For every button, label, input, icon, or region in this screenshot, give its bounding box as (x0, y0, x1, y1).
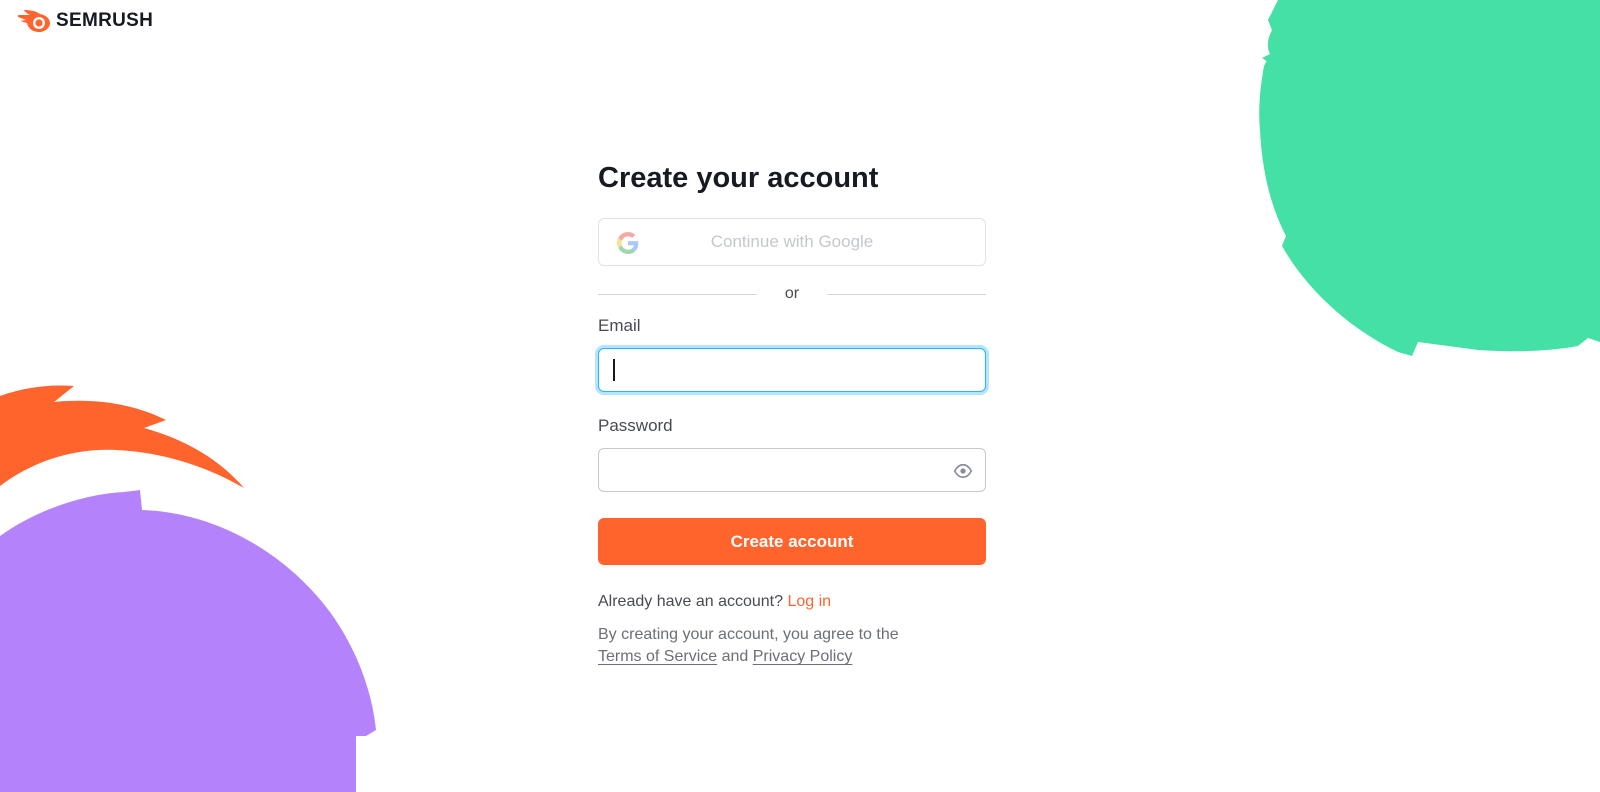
log-in-link[interactable]: Log in (787, 593, 831, 610)
legal-conjunction: and (721, 648, 749, 665)
logo-wordmark: SEMRUSH (56, 10, 154, 31)
eye-icon[interactable] (953, 461, 973, 481)
text-caret (613, 359, 615, 381)
google-g-icon (617, 232, 639, 254)
password-label: Password (598, 416, 673, 435)
legal-notice: By creating your account, you agree to t… (598, 624, 986, 668)
semrush-logo[interactable]: SEMRUSH (16, 9, 153, 33)
purple-blob-decoration (0, 490, 376, 792)
terms-of-service-link[interactable]: Terms of Service (598, 648, 717, 665)
signup-form: Create your account Continue with Google… (598, 160, 987, 668)
semrush-fireball-icon (18, 10, 50, 32)
divider-line-right (827, 293, 987, 295)
login-prompt-text: Already have an account? (598, 593, 784, 610)
page-title: Create your account (598, 162, 879, 194)
google-button-label: Continue with Google (710, 232, 874, 251)
orange-flame-decoration (0, 385, 244, 488)
login-prompt: Already have an account? Log in (598, 593, 986, 611)
legal-text: By creating your account, you agree to t… (598, 626, 899, 643)
privacy-policy-link[interactable]: Privacy Policy (753, 648, 853, 665)
email-field-wrapper (598, 348, 986, 392)
signup-page: SEMRUSH Create your account Continue wit… (0, 0, 1600, 792)
divider-text: or (784, 285, 800, 302)
continue-with-google-button[interactable]: Continue with Google (598, 218, 986, 266)
email-label: Email (598, 316, 641, 335)
create-account-button[interactable]: Create account (598, 518, 986, 565)
green-blob-decoration (1259, 0, 1600, 356)
password-field[interactable] (599, 449, 985, 491)
email-field[interactable] (599, 349, 985, 391)
password-field-wrapper (598, 448, 986, 492)
divider-line-left (598, 293, 757, 295)
or-divider: or (598, 282, 987, 306)
